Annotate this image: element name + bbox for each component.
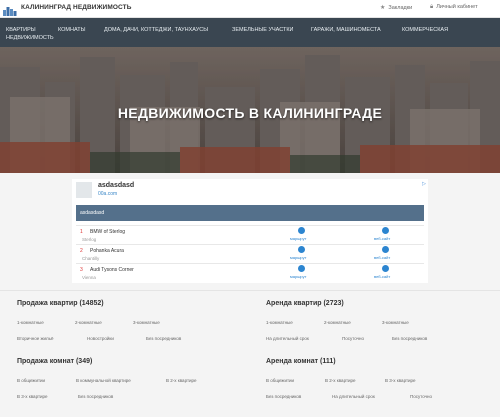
sale-flats-link[interactable]: 1-комнатные — [17, 320, 44, 325]
ad-row-location: Chantilly — [82, 256, 100, 261]
ad-listing-row[interactable]: 3 Audi Tysons Corner Vienna маршрут веб-… — [76, 263, 424, 282]
favorites-link[interactable]: ★ Закладки — [380, 4, 412, 11]
favorites-label: Закладки — [388, 5, 413, 11]
ad-row-location: Vienna — [82, 275, 96, 280]
website-link[interactable]: веб-сайт — [374, 255, 390, 260]
ad-row-number: 1 — [80, 229, 83, 235]
ad-row-number: 2 — [80, 248, 83, 254]
ad-row-name[interactable]: Audi Tysons Corner — [90, 267, 134, 273]
sale-rooms-title[interactable]: Продажа комнат (349) — [17, 358, 92, 365]
ad-row-location: Sterlog — [82, 237, 97, 242]
main-nav: КВАРТИРЫ НЕДВИЖИМОСТЬ КОМНАТЫ ДОМА, ДАЧИ… — [0, 18, 500, 47]
rent-rooms-link[interactable]: На длительный срок — [332, 394, 375, 399]
sale-flats-link[interactable]: Новостройки — [87, 336, 114, 341]
ad-title[interactable]: asdasdasd — [98, 182, 134, 189]
rent-flats-link[interactable]: Посуточно — [342, 336, 364, 341]
website-icon[interactable] — [382, 265, 389, 272]
sale-flats-link[interactable]: 2-комнатные — [75, 320, 102, 325]
ad-url[interactable]: 00a.com — [98, 191, 117, 197]
ad-listing-row[interactable]: 1 BMW of Sterlog Sterlog маршрут веб-сай… — [76, 225, 424, 244]
nav-item-flats[interactable]: КВАРТИРЫ НЕДВИЖИМОСТЬ — [6, 26, 54, 42]
nav-item-commercial[interactable]: КОММЕРЧЕСКАЯ — [402, 26, 448, 34]
website-link[interactable]: веб-сайт — [374, 236, 390, 241]
nav-item-rooms[interactable]: КОМНАТЫ — [58, 26, 85, 34]
ad-block[interactable]: asdasdasd 00a.com ▷ asdasdasd 1 BMW of S… — [72, 179, 428, 283]
nav-item-houses[interactable]: ДОМА, ДАЧИ, КОТТЕДЖИ, ТАУНХАУСЫ — [104, 26, 208, 34]
sale-flats-link[interactable]: Без посредников — [146, 336, 181, 341]
city-logo-icon[interactable] — [3, 3, 17, 16]
nav-item-land[interactable]: ЗЕМЕЛЬНЫЕ УЧАСТКИ — [232, 26, 294, 34]
website-icon[interactable] — [382, 246, 389, 253]
top-bar: КАЛИНИНГРАД НЕДВИЖИМОСТЬ ★ Закладки 🔒︎ Лич… — [0, 0, 500, 18]
sale-flats-title[interactable]: Продажа квартир (14852) — [17, 300, 104, 307]
nav-item-garages[interactable]: ГАРАЖИ, МАШИНОМЕСТА — [311, 26, 381, 34]
rent-rooms-link[interactable]: В общежитии — [266, 378, 294, 383]
hero-banner: НЕДВИЖИМОСТЬ В КАЛИНИНГРАДЕ — [0, 47, 500, 173]
cabinet-label: Личный кабинет — [436, 4, 478, 10]
sale-rooms-link[interactable]: В 3-х квартире — [17, 394, 48, 399]
directions-icon[interactable] — [298, 227, 305, 234]
ad-header-bar: asdasdasd — [76, 205, 424, 221]
section-divider — [0, 290, 500, 291]
ad-bar-text: asdasdasd — [80, 210, 105, 216]
rent-rooms-title[interactable]: Аренда комнат (111) — [266, 358, 336, 365]
directions-link[interactable]: маршрут — [290, 274, 306, 279]
sale-rooms-link[interactable]: В 2-х квартире — [166, 378, 197, 383]
sale-rooms-link[interactable]: В коммунальной квартире — [76, 378, 131, 383]
ad-row-name[interactable]: Pohanka Acura — [90, 248, 124, 254]
directions-icon[interactable] — [298, 246, 305, 253]
ad-listing-row[interactable]: 2 Pohanka Acura Chantilly маршрут веб-са… — [76, 244, 424, 263]
ad-row-number: 3 — [80, 267, 83, 273]
ad-logo-icon[interactable] — [76, 182, 92, 198]
rent-flats-link[interactable]: На длительный срок — [266, 336, 309, 341]
sale-flats-link[interactable]: Вторичное жильё — [17, 336, 53, 341]
rent-rooms-link[interactable]: Посуточно — [410, 394, 432, 399]
website-link[interactable]: веб-сайт — [374, 274, 390, 279]
hero-title: НЕДВИЖИМОСТЬ В КАЛИНИНГРАДЕ — [117, 105, 383, 121]
lock-icon: 🔒︎ — [430, 4, 434, 10]
ad-row-name[interactable]: BMW of Sterlog — [90, 229, 125, 235]
adchoices-icon[interactable]: ▷ — [422, 181, 426, 187]
directions-link[interactable]: маршрут — [290, 236, 306, 241]
rent-flats-title[interactable]: Аренда квартир (2723) — [266, 300, 344, 307]
rent-flats-link[interactable]: 1-комнатные — [266, 320, 293, 325]
sale-flats-link[interactable]: 3-комнатные — [133, 320, 160, 325]
website-icon[interactable] — [382, 227, 389, 234]
directions-icon[interactable] — [298, 265, 305, 272]
rent-flats-link[interactable]: 2-комнатные — [324, 320, 351, 325]
site-title[interactable]: КАЛИНИНГРАД НЕДВИЖИМОСТЬ — [21, 4, 131, 11]
sale-rooms-link[interactable]: Без посредников — [78, 394, 113, 399]
rent-flats-link[interactable]: 3-комнатные — [382, 320, 409, 325]
rent-flats-link[interactable]: Без посредников — [392, 336, 427, 341]
rent-rooms-link[interactable]: В 3-х квартире — [385, 378, 416, 383]
sale-rooms-link[interactable]: В общежитии — [17, 378, 45, 383]
cabinet-link[interactable]: 🔒︎ Личный кабинет — [430, 4, 478, 11]
rent-rooms-link[interactable]: В 2-х квартире — [325, 378, 356, 383]
directions-link[interactable]: маршрут — [290, 255, 306, 260]
rent-rooms-link[interactable]: Без посредников — [266, 394, 301, 399]
star-icon: ★ — [380, 5, 386, 11]
